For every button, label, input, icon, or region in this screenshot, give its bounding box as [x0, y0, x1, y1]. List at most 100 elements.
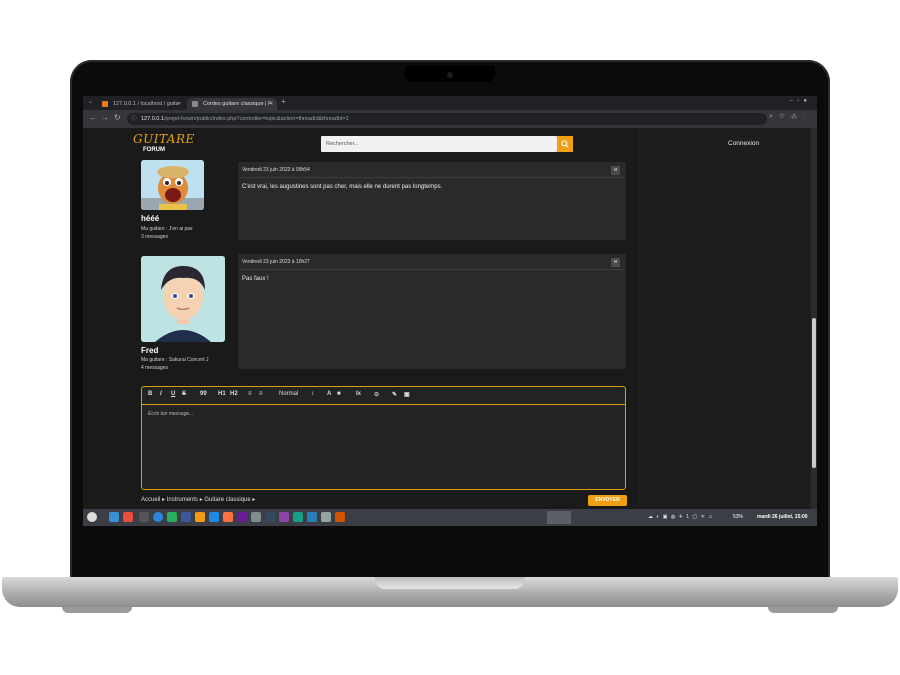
browser-action-icons[interactable]: ⌕☆⁂⋮	[769, 113, 811, 121]
site-info-icon[interactable]: ⓘ	[131, 113, 137, 125]
author-message-count: 3 messages	[141, 234, 168, 240]
text-color-button[interactable]: A	[327, 391, 331, 397]
app-icon[interactable]	[335, 512, 345, 522]
laptop-foot	[768, 607, 838, 613]
battery-status[interactable]: 53%	[733, 514, 743, 520]
clear-format-button[interactable]: Ix	[356, 391, 361, 397]
editor-toolbar: B I U S 99 H1 H2 ≡ ≡ Normal ↕ A ■ Ix ⊙ ✎…	[142, 387, 625, 405]
url-host: 127.0.0.1	[141, 116, 164, 122]
tab-title: 127.0.0.1 / localhost / guita	[113, 101, 179, 107]
post-card: Vendredi 23 juin 2023 à 10h27 ❝ Pas faux…	[238, 254, 626, 369]
blockquote-button[interactable]: 99	[200, 391, 207, 397]
emoji-button[interactable]: ⊙	[374, 391, 379, 398]
phpmyadmin-favicon-icon	[102, 101, 108, 107]
breadcrumb[interactable]: Accueil ▸ Instruments ▸ Guitare classiqu…	[141, 496, 255, 503]
files-icon[interactable]	[109, 512, 119, 522]
search-icon	[561, 140, 569, 148]
author-name[interactable]: Fred	[141, 346, 158, 355]
right-column	[638, 128, 811, 509]
scroll-thumb[interactable]	[812, 318, 816, 468]
quote-icon[interactable]: ❝	[611, 166, 620, 175]
text-style-select[interactable]: Normal	[279, 391, 298, 397]
app-icon[interactable]	[181, 512, 191, 522]
avatar[interactable]	[141, 256, 225, 342]
edge-icon[interactable]	[153, 512, 163, 522]
url-path: /projet-forum/public/index.php?controlle…	[163, 116, 349, 122]
app-icon[interactable]	[307, 512, 317, 522]
forward-icon[interactable]: →	[101, 113, 109, 122]
heading2-button[interactable]: H2	[230, 391, 238, 397]
app-icon[interactable]	[321, 512, 331, 522]
author-guitar: Ma guitare : Sakurai Concert J	[141, 357, 209, 363]
screen: ⌄ 127.0.0.1 / localhost / guita × Cordes…	[83, 96, 817, 526]
tab-forum[interactable]: Cordes guitare classique | F ×	[187, 98, 277, 110]
tab-title: Cordes guitare classique | F	[203, 101, 272, 107]
app-icon[interactable]	[195, 512, 205, 522]
heading1-button[interactable]: H1	[218, 391, 226, 397]
strike-button[interactable]: S	[182, 391, 186, 397]
site-logo-sub: FORUM	[143, 147, 165, 153]
taskbar-window[interactable]	[547, 511, 571, 524]
bullet-list-button[interactable]: ≡	[259, 391, 263, 397]
muppet-avatar-image	[141, 160, 204, 210]
divider	[240, 177, 624, 178]
bold-button[interactable]: B	[148, 391, 152, 397]
brave-icon[interactable]	[223, 512, 233, 522]
underline-button[interactable]: U	[171, 391, 175, 397]
image-button[interactable]: ▣	[404, 391, 410, 398]
post-body: Pas faux !	[242, 276, 269, 282]
italic-button[interactable]: I	[160, 391, 162, 397]
post-body: C'est vrai, les augustines sont pas cher…	[242, 184, 443, 190]
author-name[interactable]: hééé	[141, 214, 159, 223]
send-button[interactable]: ENVOYER	[588, 495, 627, 506]
app-icon[interactable]	[251, 512, 261, 522]
page-scrollbar[interactable]	[811, 128, 817, 509]
link-button[interactable]: ✎	[392, 391, 397, 398]
post-date: Vendredi 23 juin 2023 à 10h27	[242, 259, 310, 265]
app-icon[interactable]	[237, 512, 247, 522]
tab-bar: ⌄ 127.0.0.1 / localhost / guita × Cordes…	[83, 96, 817, 110]
reload-icon[interactable]: ↻	[114, 113, 121, 122]
system-tray-icons[interactable]: ☁ ◐ ▣ ◍ ✈ 1 ▢ ᯤ ♫	[648, 514, 713, 520]
taskbar: ☁ ◐ ▣ ◍ ✈ 1 ▢ ᯤ ♫ 53% mardi 26 juillet, …	[83, 509, 817, 526]
select-arrows-icon[interactable]: ↕	[311, 391, 314, 397]
quote-icon[interactable]: ❝	[611, 258, 620, 267]
message-editor[interactable]: B I U S 99 H1 H2 ≡ ≡ Normal ↕ A ■ Ix ⊙ ✎…	[141, 386, 626, 490]
camera-icon	[447, 72, 453, 78]
background-color-button[interactable]: ■	[337, 391, 341, 397]
app-icon[interactable]	[123, 512, 133, 522]
close-tab-icon[interactable]: ×	[270, 98, 273, 110]
terminal-icon[interactable]	[139, 512, 149, 522]
app-icon[interactable]	[279, 512, 289, 522]
laptop-opening-notch	[375, 577, 525, 589]
author-meta: Ma guitare : J'en ai pas 3 messages	[141, 225, 193, 241]
app-menu-icon[interactable]	[87, 512, 97, 522]
page-favicon-icon	[192, 101, 198, 107]
forum-page: GUITARE FORUM Rechercher... Connexion hé…	[83, 128, 811, 509]
editor-placeholder[interactable]: Écris ton message...	[148, 411, 193, 417]
tab-phpmyadmin[interactable]: 127.0.0.1 / localhost / guita ×	[97, 98, 185, 110]
app-icon[interactable]	[265, 512, 275, 522]
ordered-list-button[interactable]: ≡	[248, 391, 252, 397]
avatar[interactable]	[141, 160, 204, 210]
tab-list-icon[interactable]: ⌄	[88, 98, 93, 105]
cartoon-avatar-image	[141, 256, 225, 342]
url-field[interactable]: ⓘ 127.0.0.1/projet-forum/public/index.ph…	[127, 113, 767, 125]
post-card: Vendredi 23 juin 2023 à 09h54 ❝ C'est vr…	[238, 162, 626, 240]
clock[interactable]: mardi 26 juillet, 15:00	[757, 514, 808, 520]
back-icon[interactable]: ←	[89, 113, 97, 122]
new-tab-icon[interactable]: +	[281, 97, 286, 106]
vscode-icon[interactable]	[209, 512, 219, 522]
search-input[interactable]: Rechercher...	[321, 136, 557, 152]
app-icon[interactable]	[293, 512, 303, 522]
author-meta: Ma guitare : Sakurai Concert J 4 message…	[141, 356, 209, 372]
site-logo[interactable]: GUITARE	[133, 132, 195, 146]
address-bar-row: ← → ↻ ⓘ 127.0.0.1/projet-forum/public/in…	[83, 110, 817, 128]
search-button[interactable]	[557, 136, 573, 152]
post-date: Vendredi 23 juin 2023 à 09h54	[242, 167, 310, 173]
window-controls[interactable]: –▫●	[790, 98, 811, 104]
chrome-icon[interactable]	[167, 512, 177, 522]
close-tab-icon[interactable]: ×	[178, 98, 181, 110]
login-link[interactable]: Connexion	[728, 140, 759, 147]
divider	[240, 269, 624, 270]
